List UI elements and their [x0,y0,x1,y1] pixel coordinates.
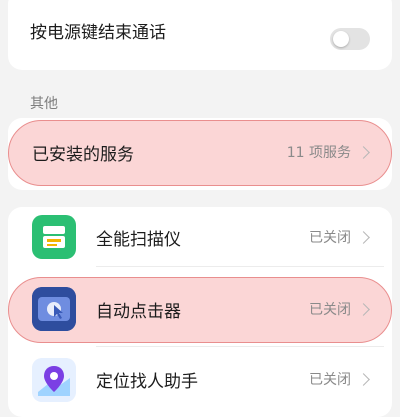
chevron-right-icon [357,302,370,316]
service-item-status: 已关闭 [309,302,351,318]
service-item-auto-clicker[interactable]: 自动点击器 已关闭 [8,279,392,339]
service-item-status: 已关闭 [309,372,351,388]
list-divider [96,346,384,347]
section-title-other: 其他 [30,96,58,112]
service-item-location-helper[interactable]: 定位找人助手 已关闭 [8,352,392,406]
installed-services-row[interactable]: 已安装的服务 11 项服务 [8,120,392,184]
service-item-scanner[interactable]: 全能扫描仪 已关闭 [8,210,392,264]
list-divider [96,266,384,267]
installed-services-count: 11 项服务 [286,145,351,161]
service-item-label: 自动点击器 [96,301,181,322]
chevron-right-icon [357,230,370,244]
installed-services-label: 已安装的服务 [32,144,134,165]
top-settings-card: 按电源键结束通话 [8,0,392,70]
chevron-right-icon [357,145,370,159]
chevron-right-icon [357,372,370,386]
power-key-end-call-toggle[interactable] [330,28,370,50]
power-key-end-call-label: 按电源键结束通话 [30,22,166,43]
service-item-label: 全能扫描仪 [96,229,181,250]
service-item-status: 已关闭 [309,230,351,246]
toggle-knob [333,31,349,47]
service-item-label: 定位找人助手 [96,371,198,392]
